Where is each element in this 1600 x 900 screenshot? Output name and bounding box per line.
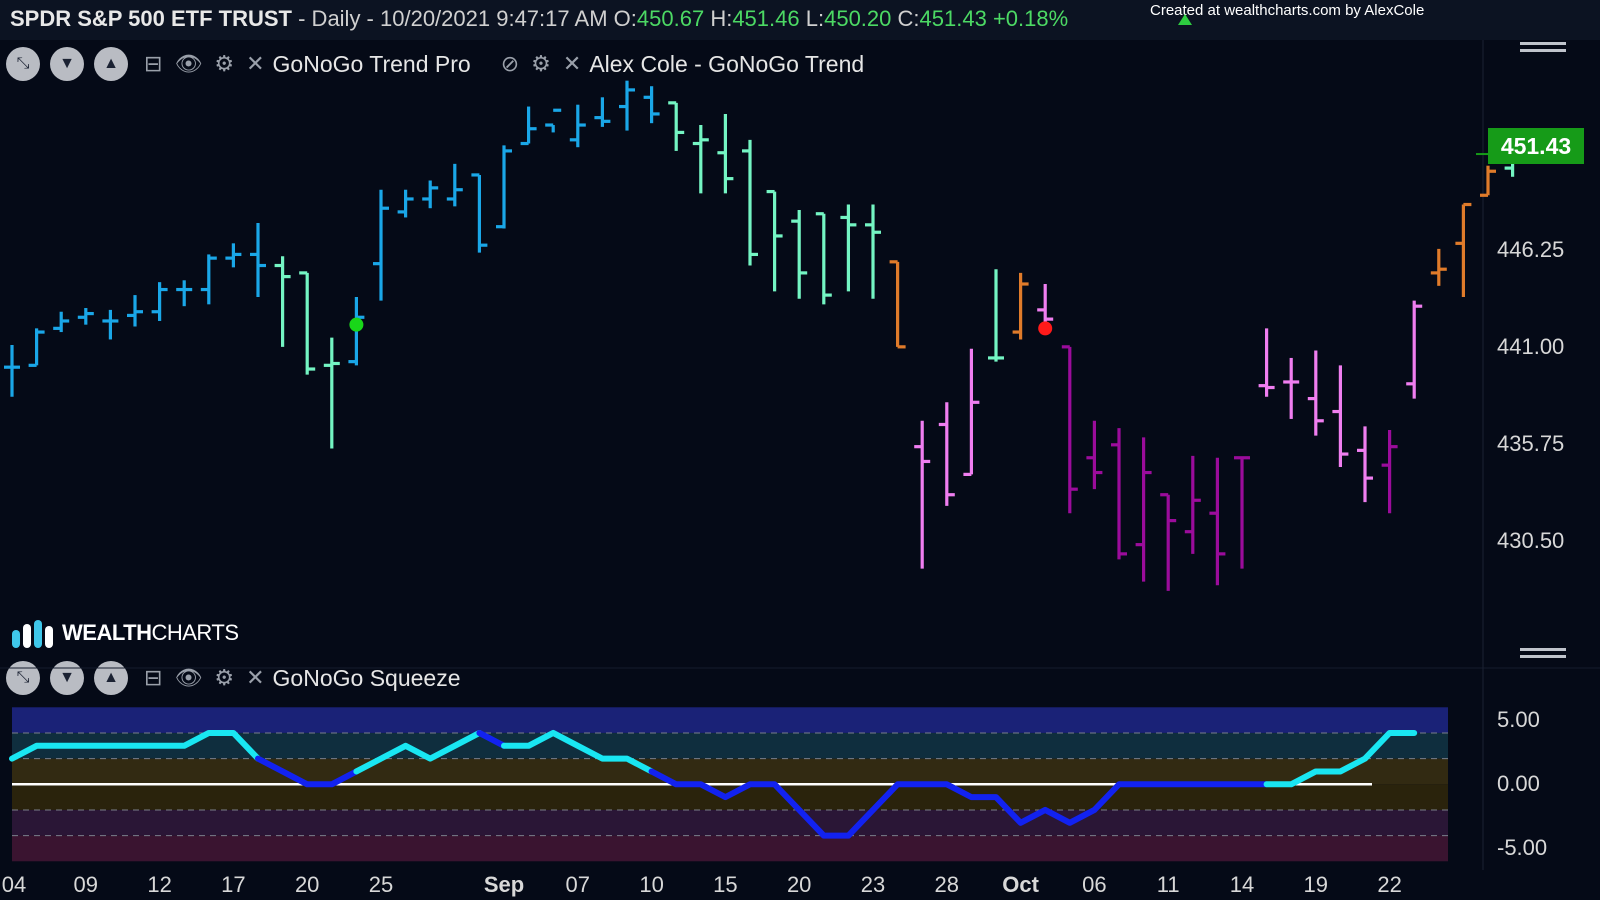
signals [349,153,1488,336]
trend-signal-dot [349,317,364,332]
squeeze-y-tick-label: 0.00 [1497,771,1540,797]
ohlc-bar [569,104,586,148]
ohlc-bar [1357,426,1373,503]
ohlc-bar [1406,300,1423,399]
x-tick-label: 12 [147,872,172,897]
ohlc-bar [938,402,955,506]
ohlc-bar [914,420,931,569]
ohlc-bar [102,309,119,340]
ohlc-bar [594,97,611,127]
ohlc-bar [1061,345,1078,514]
ohlc-bar [127,295,143,327]
x-tick-label: 22 [1377,872,1402,897]
ohlc-bar [520,106,537,146]
squeeze-band-4 [12,809,1448,836]
x-tick-label: 20 [786,872,812,897]
ohlc-bar [299,271,316,375]
ohlc-bar [988,269,1004,362]
ohlc-bar [151,282,168,321]
x-tick-label: Oct [1002,872,1039,897]
squeeze-band-5 [12,835,1448,862]
ohlc-bar [176,280,193,307]
ohlc-bar [1135,437,1152,582]
ohlc-bar [1480,165,1496,197]
y-tick-label: 441.00 [1497,333,1565,359]
ohlc-bar [1234,456,1250,569]
x-tick-label: 14 [1229,872,1255,897]
y-tick-label: 435.75 [1497,430,1565,456]
ohlc-bar [200,254,217,305]
squeeze-band-0 [12,707,1448,733]
squeeze-y-tick-label: -5.00 [1497,835,1548,861]
ohlc-bars [4,80,1521,591]
squeeze-band-1 [12,732,1448,759]
ohlc-bar [53,311,70,333]
ohlc-bar [619,80,635,131]
ohlc-bar [250,223,266,297]
ohlc-bar [1332,365,1349,467]
ohlc-bar [668,101,685,151]
ohlc-bar [373,189,389,301]
ohlc-bar [471,173,488,253]
y-tick-label: 430.50 [1497,527,1565,553]
x-tick-label: 15 [713,872,738,897]
x-tick-label: 28 [934,872,960,897]
x-tick-label: 06 [1082,872,1107,897]
ohlc-bar [742,139,758,266]
x-tick-label: 17 [221,872,246,897]
ohlc-bar [815,212,832,305]
x-tick-label: 23 [860,872,886,897]
price-chart [0,40,1600,870]
trend-signal-dot [1038,321,1053,336]
last-price-badge: 451.43 [1488,128,1584,164]
ohlc-bar [1086,420,1103,490]
ohlc-bar [77,308,94,325]
ohlc-bar [791,210,808,299]
ohlc-bar [274,256,291,347]
ohlc-bar [1160,493,1177,591]
x-tick-label: 19 [1303,872,1329,897]
ohlc-bar [766,189,783,292]
squeeze-band-2 [12,758,1448,785]
x-tick-label: 11 [1156,872,1180,897]
ohlc-bar [1430,248,1447,286]
ohlc-bar [225,243,242,268]
ohlc-bar [889,260,906,349]
ohlc-bar [446,163,463,207]
ohlc-bar [28,328,45,367]
ohlc-bar [323,337,340,449]
ohlc-bar [545,108,562,133]
y-tick-label: 446.25 [1497,236,1565,262]
ohlc-bar [692,125,709,194]
x-tick-label: 09 [73,872,99,897]
x-tick-label: 04 [1,872,27,897]
ohlc-bar [4,345,20,397]
x-tick-label: 20 [294,872,320,897]
ohlc-bar [1184,455,1201,554]
ohlc-bar [1381,430,1398,514]
ohlc-bar [1455,202,1472,297]
ohlc-bar [1012,272,1029,340]
ohlc-bar [717,113,734,194]
ohlc-bar [1111,428,1127,560]
x-tick-label: 07 [565,872,591,897]
ohlc-bar [1307,350,1324,436]
ohlc-bar [1283,357,1300,419]
x-tick-label: Sep [483,872,525,897]
ohlc-bar [422,180,439,209]
ohlc-bar [865,204,881,299]
ohlc-bar [496,145,512,229]
squeeze-y-tick-label: 5.00 [1497,707,1540,733]
x-tick-label: 10 [639,872,664,897]
ohlc-bar [643,86,660,124]
x-tick-label: 25 [368,872,394,897]
ohlc-bar [963,348,980,476]
ohlc-bar [397,189,414,218]
ohlc-bar [1209,457,1226,586]
ohlc-bar [1258,328,1275,397]
ohlc-bar [840,204,857,292]
